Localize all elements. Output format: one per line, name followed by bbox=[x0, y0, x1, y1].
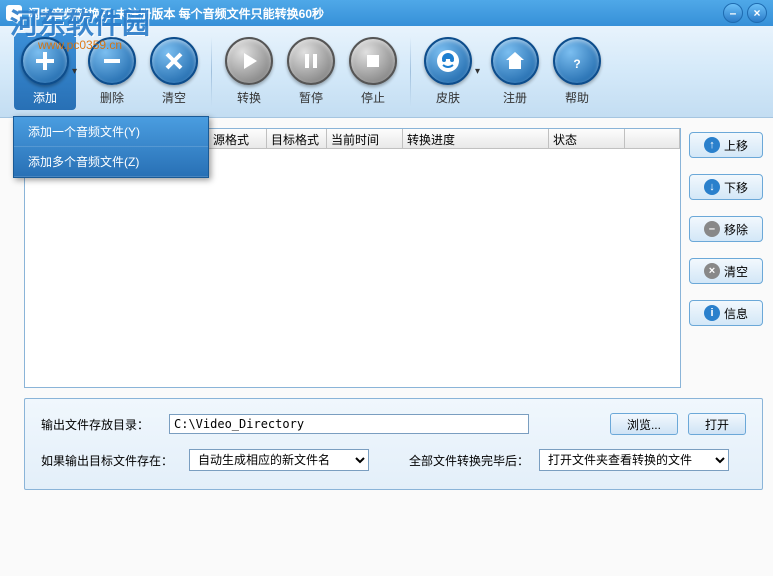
app-icon bbox=[6, 5, 22, 21]
help-icon: ? bbox=[565, 49, 589, 73]
toolbar: 添加 ▾ 删除 清空 转换 暂停 停止 皮肤 ▾ 注册 ? 帮助 bbox=[0, 26, 773, 118]
convert-button[interactable]: 转换 bbox=[218, 33, 280, 110]
clear-button[interactable]: 清空 bbox=[143, 33, 205, 110]
pause-icon bbox=[299, 49, 323, 73]
move-down-button[interactable]: ↓下移 bbox=[689, 174, 763, 200]
titlebar: 闪电音频转换王 未注册版本 每个音频文件只能转换60秒 – × bbox=[0, 0, 773, 26]
minus-icon bbox=[100, 49, 124, 73]
col-tgtfmt[interactable]: 目标格式 bbox=[267, 129, 327, 148]
skin-button[interactable]: 皮肤 bbox=[417, 33, 479, 110]
col-progress[interactable]: 转换进度 bbox=[403, 129, 549, 148]
play-icon bbox=[237, 49, 261, 73]
exists-select[interactable]: 自动生成相应的新文件名 bbox=[189, 449, 369, 471]
close-button[interactable]: × bbox=[747, 3, 767, 23]
info-button[interactable]: i信息 bbox=[689, 300, 763, 326]
outdir-input[interactable] bbox=[169, 414, 529, 434]
minus-icon: – bbox=[704, 221, 720, 237]
stop-icon bbox=[361, 49, 385, 73]
clear-side-button[interactable]: ×清空 bbox=[689, 258, 763, 284]
move-up-button[interactable]: ↑上移 bbox=[689, 132, 763, 158]
open-button[interactable]: 打开 bbox=[688, 413, 746, 435]
minimize-button[interactable]: – bbox=[723, 3, 743, 23]
col-time[interactable]: 当前时间 bbox=[327, 129, 403, 148]
skin-icon bbox=[434, 47, 462, 75]
outdir-label: 输出文件存放目录： bbox=[41, 416, 159, 433]
home-icon bbox=[503, 49, 527, 73]
after-select[interactable]: 打开文件夹查看转换的文件 bbox=[539, 449, 729, 471]
plus-icon bbox=[33, 49, 57, 73]
add-dropdown-menu: 添加一个音频文件(Y) 添加多个音频文件(Z) bbox=[13, 116, 209, 178]
x-icon bbox=[162, 49, 186, 73]
bottom-panel: 输出文件存放目录： 浏览... 打开 如果输出目标文件存在： 自动生成相应的新文… bbox=[24, 398, 763, 490]
col-srcfmt[interactable]: 源格式 bbox=[209, 129, 267, 148]
help-button[interactable]: ? 帮助 bbox=[546, 33, 608, 110]
add-multiple-files-item[interactable]: 添加多个音频文件(Z) bbox=[14, 147, 208, 177]
svg-text:?: ? bbox=[573, 57, 580, 71]
window-title: 闪电音频转换王 未注册版本 每个音频文件只能转换60秒 bbox=[28, 5, 719, 22]
pause-button[interactable]: 暂停 bbox=[280, 33, 342, 110]
toolbar-separator bbox=[410, 37, 411, 107]
info-icon: i bbox=[704, 305, 720, 321]
delete-button[interactable]: 删除 bbox=[81, 33, 143, 110]
stop-button[interactable]: 停止 bbox=[342, 33, 404, 110]
add-dropdown-arrow[interactable]: ▾ bbox=[72, 66, 77, 77]
browse-button[interactable]: 浏览... bbox=[610, 413, 678, 435]
add-single-file-item[interactable]: 添加一个音频文件(Y) bbox=[14, 117, 208, 147]
add-button[interactable]: 添加 bbox=[14, 33, 76, 110]
col-status[interactable]: 状态 bbox=[549, 129, 625, 148]
toolbar-separator bbox=[211, 37, 212, 107]
x-icon: × bbox=[704, 263, 720, 279]
exists-label: 如果输出目标文件存在： bbox=[41, 452, 179, 469]
up-icon: ↑ bbox=[704, 137, 720, 153]
skin-dropdown-arrow[interactable]: ▾ bbox=[475, 66, 480, 77]
remove-button[interactable]: –移除 bbox=[689, 216, 763, 242]
after-label: 全部文件转换完毕后： bbox=[409, 452, 529, 469]
down-icon: ↓ bbox=[704, 179, 720, 195]
col-spacer bbox=[625, 129, 680, 148]
register-button[interactable]: 注册 bbox=[484, 33, 546, 110]
side-buttons: ↑上移 ↓下移 –移除 ×清空 i信息 bbox=[689, 128, 763, 388]
